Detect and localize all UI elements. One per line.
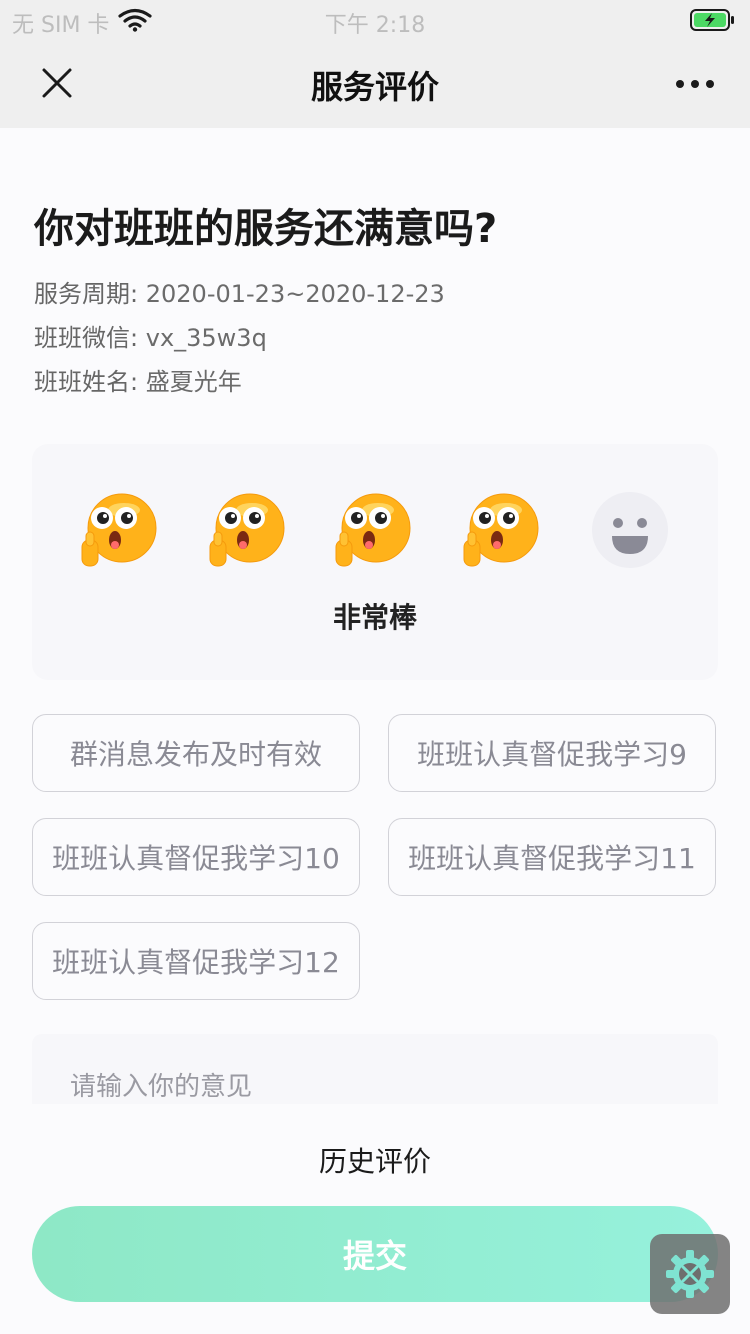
name-row: 班班姓名: 盛夏光年 bbox=[34, 362, 242, 397]
tag-button[interactable]: 班班认真督促我学习9 bbox=[388, 714, 716, 792]
excited-emoji-icon bbox=[463, 493, 539, 567]
navigation-bar: 服务评价 bbox=[0, 40, 750, 128]
name-value: 盛夏光年 bbox=[145, 368, 242, 396]
wechat-value: vx_35w3q bbox=[145, 324, 267, 352]
history-reviews-link[interactable]: 历史评价 bbox=[0, 1140, 750, 1180]
smile-emoji-icon bbox=[592, 492, 668, 568]
opinion-box bbox=[32, 1034, 718, 1104]
wechat-label: 班班微信: bbox=[34, 324, 139, 352]
status-bar: 无 SIM 卡 下午 2:18 bbox=[0, 0, 750, 40]
excited-emoji-icon bbox=[81, 493, 157, 567]
submit-button[interactable]: 提交 bbox=[32, 1206, 718, 1302]
page-title: 服务评价 bbox=[310, 68, 439, 106]
gear-tools-icon bbox=[666, 1250, 714, 1298]
tag-button[interactable]: 班班认真督促我学习10 bbox=[32, 818, 360, 896]
tag-button[interactable]: 班班认真督促我学习12 bbox=[32, 922, 360, 1000]
satisfaction-question: 你对班班的服务还满意吗? bbox=[34, 206, 498, 252]
emoji-rating-star-selected[interactable] bbox=[462, 490, 542, 570]
emoji-rating-star-selected[interactable] bbox=[334, 490, 414, 570]
status-time: 下午 2:18 bbox=[324, 13, 426, 38]
rating-label: 非常棒 bbox=[332, 601, 417, 634]
wechat-row: 班班微信: vx_35w3q bbox=[34, 318, 267, 353]
tag-button[interactable]: 群消息发布及时有效 bbox=[32, 714, 360, 792]
service-period-label: 服务周期: bbox=[34, 280, 139, 308]
emoji-rating-star-selected[interactable] bbox=[208, 490, 288, 570]
battery-charging-icon bbox=[690, 9, 734, 31]
excited-emoji-icon bbox=[209, 493, 285, 567]
emoji-rating-star[interactable] bbox=[590, 490, 670, 570]
more-button[interactable] bbox=[670, 62, 720, 106]
rating-card: 非常棒 bbox=[32, 444, 718, 680]
tag-button[interactable]: 班班认真督促我学习11 bbox=[388, 818, 716, 896]
service-period-row: 服务周期: 2020-01-23~2020-12-23 bbox=[34, 274, 445, 309]
debug-tool-button[interactable] bbox=[650, 1234, 730, 1314]
more-dots-icon bbox=[676, 80, 714, 88]
opinion-input[interactable] bbox=[32, 1034, 718, 1104]
emoji-rating-star-selected[interactable] bbox=[80, 490, 160, 570]
name-label: 班班姓名: bbox=[34, 368, 139, 396]
service-period-value: 2020-01-23~2020-12-23 bbox=[145, 280, 445, 308]
excited-emoji-icon bbox=[335, 493, 411, 567]
